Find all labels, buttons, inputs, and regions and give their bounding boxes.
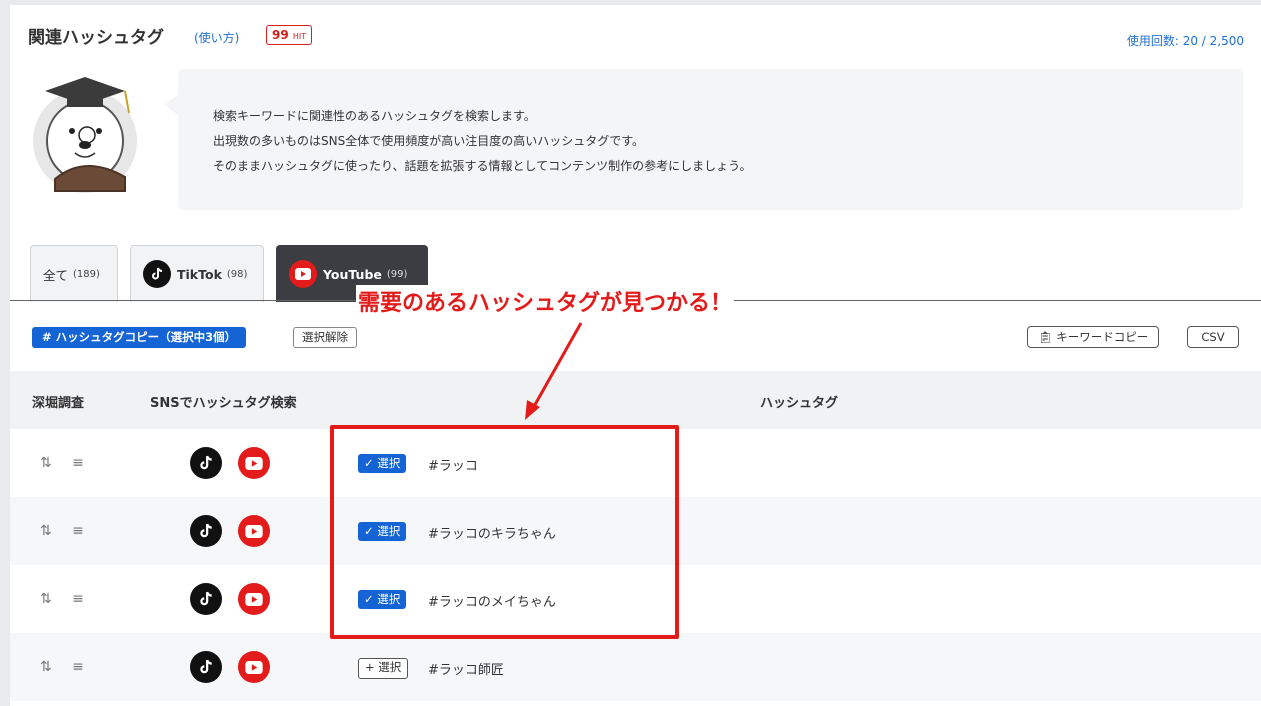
row-tools-icons[interactable]: ⇅ ≡ xyxy=(40,523,92,539)
tab-youtube-label: YouTube xyxy=(323,266,382,282)
keyword-copy-button[interactable]: 📋︎ キーワードコピー xyxy=(1027,326,1160,348)
header-hashtag: ハッシュタグ xyxy=(760,396,839,411)
tab-tiktok[interactable]: TikTok (98) xyxy=(130,245,264,302)
hashtag-panel: 関連ハッシュタグ (使い方) 99 HIT 使用回数: 20 / 2,500 検… xyxy=(10,5,1261,706)
page-title: 関連ハッシュタグ xyxy=(28,28,164,48)
tab-tiktok-label: TikTok xyxy=(177,266,222,282)
tab-tiktok-count: (98) xyxy=(226,268,248,280)
howto-link[interactable]: (使い方) xyxy=(194,29,239,46)
header-deep-dive: 深堀調査 xyxy=(32,396,85,411)
tiktok-search-icon[interactable] xyxy=(190,515,222,547)
usage-counter: 使用回数: 20 / 2,500 xyxy=(1126,34,1244,48)
keyword-copy-label: キーワードコピー xyxy=(1056,330,1149,344)
row-tools-icons[interactable]: ⇅ ≡ xyxy=(40,591,92,607)
description-bubble: 検索キーワードに関連性のあるハッシュタグを検索します。 出現数の多いものはSNS… xyxy=(164,69,1243,210)
annotation-callout: 需要のあるハッシュタグが見つかる！ xyxy=(356,285,735,317)
youtube-search-icon[interactable] xyxy=(238,583,270,615)
youtube-search-icon[interactable] xyxy=(238,515,270,547)
youtube-search-icon[interactable] xyxy=(238,651,270,683)
table-row: ⇅ ≡ + 選択 #ラッコ師匠 xyxy=(10,633,1261,701)
hit-count: 99 xyxy=(272,28,289,42)
clear-selection-button[interactable]: 選択解除 xyxy=(293,327,357,348)
table-header: 深堀調査 SNSでハッシュタグ検索 ハッシュタグ xyxy=(10,371,1261,429)
tab-youtube-count: (99) xyxy=(386,268,408,280)
tab-all[interactable]: 全て (189) xyxy=(30,245,118,302)
description-line-3: そのままハッシュタグに使ったり、話題を拡張する情報としてコンテンツ制作の参考にし… xyxy=(213,159,752,173)
csv-button[interactable]: CSV xyxy=(1187,326,1239,348)
tiktok-search-icon[interactable] xyxy=(190,447,222,479)
tab-all-label: 全て xyxy=(43,267,69,283)
description-line-1: 検索キーワードに関連性のあるハッシュタグを検索します。 xyxy=(213,109,536,123)
hashtag-text: #ラッコ師匠 xyxy=(428,663,504,678)
youtube-icon xyxy=(289,260,317,288)
annotation-highlight-box xyxy=(330,425,679,639)
hit-unit: HIT xyxy=(292,32,307,41)
tab-all-count: (189) xyxy=(73,268,100,280)
row-tools-icons[interactable]: ⇅ ≡ xyxy=(40,455,92,471)
header-sns-search: SNSでハッシュタグ検索 xyxy=(150,396,297,411)
hashtag-copy-button[interactable]: # ハッシュタグコピー（選択中3個） xyxy=(32,327,247,348)
select-toggle[interactable]: + 選択 xyxy=(358,658,409,679)
copy-icon: 📋︎ xyxy=(1038,330,1053,344)
description-line-2: 出現数の多いものはSNS全体で使用頻度が高い注目度の高いハッシュタグです。 xyxy=(213,134,645,148)
otter-mascot-avatar xyxy=(33,77,137,193)
tiktok-search-icon[interactable] xyxy=(190,583,222,615)
hit-badge: 99 HIT xyxy=(266,25,313,45)
youtube-search-icon[interactable] xyxy=(238,447,270,479)
tiktok-icon xyxy=(143,260,171,288)
tiktok-search-icon[interactable] xyxy=(190,651,222,683)
row-tools-icons[interactable]: ⇅ ≡ xyxy=(40,659,92,675)
